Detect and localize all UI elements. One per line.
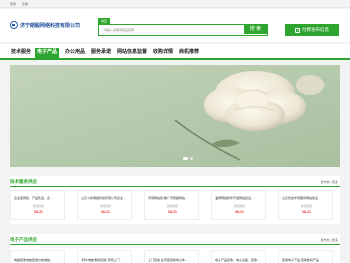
section-more-link[interactable]: 发布供 | 更多 (321, 238, 338, 242)
search-button[interactable]: 搜 索 (244, 25, 267, 34)
card-date: 08-21 (168, 210, 177, 214)
card-date: 08-21 (34, 210, 43, 214)
carousel-dot-2[interactable] (190, 157, 193, 160)
carousel-dots (183, 157, 193, 160)
login-link[interactable]: 登录 (10, 2, 16, 6)
card-label: 供货商机 (300, 204, 313, 208)
nav-item-site-supervision[interactable]: 网站信息监督 (116, 48, 148, 58)
card-title: 上门回收 在济南回收笔记本... (148, 258, 188, 262)
card-label: 供货商机 (99, 204, 112, 208)
logo-icon (10, 21, 18, 29)
card-date: 08-21 (101, 210, 110, 214)
card-title: 淄博网络软件开发网站建设、... (215, 196, 257, 200)
list-item[interactable]: 上门回收 在济南回收笔记本... (144, 250, 199, 263)
list-item[interactable]: 电脑回收电脑回收价格电脑... (10, 250, 65, 263)
list-item[interactable]: 回收电子产品 回收数码产品... (278, 250, 333, 263)
card-title: 山东优技术到服务网站建设... (282, 196, 321, 200)
nav-item-opportunities[interactable]: 商机推荐 (178, 48, 200, 58)
plus-icon: + (295, 27, 300, 33)
list-item[interactable]: 企业官网建、产品售后、企... 供货商机 08-21 (10, 190, 65, 220)
card-title: 山东小新网络科技有限公司企业... (81, 196, 126, 200)
section-electronics: 电子产品供应 发布供 | 更多 电脑回收电脑回收价格电脑... 手机/电脑/数码… (10, 234, 340, 263)
card-title: 电脑回收电脑回收价格电脑... (14, 258, 53, 262)
card-label: 供货商机 (32, 204, 45, 208)
search-input[interactable] (99, 25, 243, 34)
section-more-link[interactable]: 发布供 | 更多 (321, 180, 338, 184)
card-date: 08-21 (302, 210, 311, 214)
card-title: 济南网站建/推广济南做网站... (148, 196, 188, 200)
logo[interactable]: 济宁朗毅网络科技有限公司 (10, 21, 80, 29)
section-tech-service: 技术服务供应 发布供 | 更多 企业官网建、产品售后、企... 供货商机 08-… (10, 176, 340, 224)
card-date: 08-21 (235, 210, 244, 214)
card-title: 企业官网建、产品售后、企... (14, 196, 53, 200)
section-header: 电子产品供应 发布供 | 更多 (10, 234, 340, 245)
card-label: 供货商机 (166, 204, 179, 208)
card-label: 供货商机 (233, 204, 246, 208)
publish-button[interactable]: + 付费发布信息 (285, 24, 339, 36)
card-title: 手机/电脑/数码回收 济南上门... (81, 258, 123, 262)
section-title: 电子产品供应 (10, 237, 37, 242)
main-nav: 技术服务 电子产品 办公用品 服务承诺 网站信息监督 收购详情 商机推荐 (0, 44, 350, 60)
list-item[interactable]: 山东优技术到服务网站建设... 供货商机 08-21 (278, 190, 333, 220)
nav-item-purchase[interactable]: 收购详情 (152, 48, 174, 58)
section-title: 技术服务供应 (10, 179, 37, 184)
card-title: 电子产品回收、电子设备、回收... (215, 258, 260, 262)
section-header: 技术服务供应 发布供 | 更多 (10, 176, 340, 187)
peony-flower-image (10, 65, 340, 167)
nav-item-electronics[interactable]: 电子产品 (35, 48, 59, 59)
list-item[interactable]: 电子产品回收、电子设备、回收... (211, 250, 266, 263)
company-name: 济宁朗毅网络科技有限公司 (19, 22, 80, 29)
card-title: 回收电子产品 回收数码产品... (282, 258, 322, 262)
list-item[interactable]: 山东小新网络科技有限公司企业... 供货商机 08-21 (77, 190, 132, 220)
top-bar: 登录 注册 (0, 0, 350, 8)
list-item[interactable]: 手机/电脑/数码回收 济南上门... (77, 250, 132, 263)
hero-banner[interactable] (10, 65, 340, 167)
carousel-dot-1[interactable] (183, 157, 188, 160)
register-link[interactable]: 注册 (22, 2, 28, 6)
list-item[interactable]: 淄博网络软件开发网站建设、... 供货商机 08-21 (211, 190, 266, 220)
nav-item-service-promise[interactable]: 服务承诺 (90, 48, 112, 58)
publish-label: 付费发布信息 (302, 27, 329, 32)
nav-item-office[interactable]: 办公用品 (64, 48, 86, 58)
list-item[interactable]: 济南网站建/推广济南做网站... 供货商机 08-21 (144, 190, 199, 220)
nav-item-tech-service[interactable]: 技术服务 (10, 48, 32, 58)
search-box: 搜 索 (98, 24, 268, 36)
